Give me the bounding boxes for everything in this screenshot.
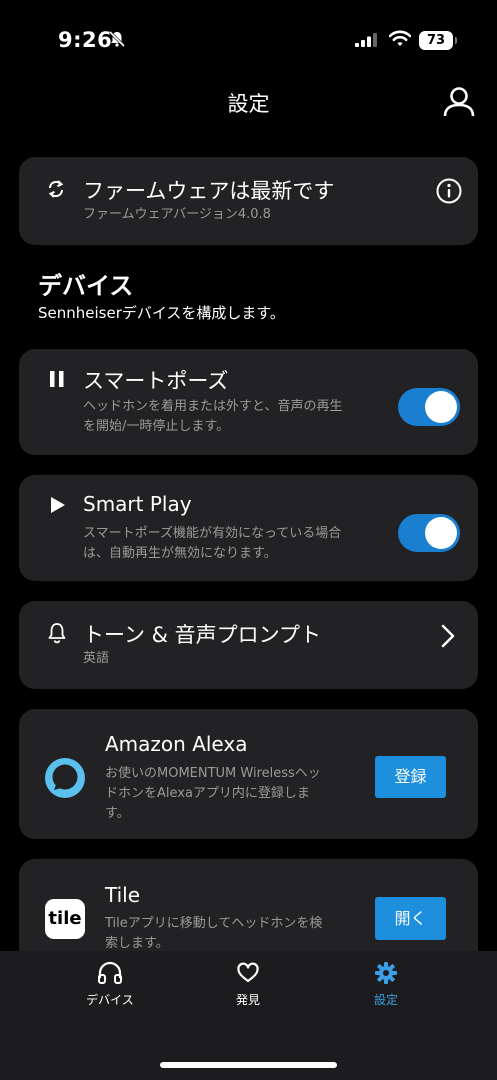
devices-section-title: デバイス — [38, 272, 134, 300]
cellular-signal-icon — [355, 33, 377, 47]
smart-pause-title: スマートポーズ — [83, 369, 229, 393]
tab-discover-label: 発見 — [235, 993, 260, 1007]
status-time: 9:26 — [58, 28, 113, 52]
firmware-version: ファームウェアバージョン4.0.8 — [83, 207, 271, 222]
tab-discover[interactable]: 発見 — [198, 961, 298, 1008]
refresh-icon — [48, 180, 64, 198]
smart-play-title: Smart Play — [83, 492, 192, 516]
battery-indicator: 73 — [419, 31, 457, 50]
smart-play-card: Smart Play スマートポーズ機能が有効になっている場合 は、自動再生が無… — [19, 475, 478, 581]
tile-open-button[interactable]: 開く — [375, 897, 446, 940]
info-icon[interactable] — [436, 178, 462, 204]
smart-pause-toggle[interactable] — [398, 388, 460, 426]
profile-icon[interactable] — [442, 86, 476, 118]
tones-card[interactable]: トーン & 音声プロンプト 英語 — [19, 601, 478, 689]
chevron-right-icon — [441, 624, 455, 648]
devices-section-subtitle: Sennheiserデバイスを構成します。 — [38, 304, 285, 322]
tab-devices[interactable]: デバイス — [60, 961, 160, 1008]
tab-settings-label: 設定 — [373, 993, 398, 1007]
alexa-description: お使いのMOMENTUM Wirelessヘッ ドホンをAlexaアプリ内に登録… — [105, 766, 321, 821]
headphones-icon — [98, 961, 122, 984]
alexa-card: Amazon Alexa お使いのMOMENTUM Wirelessヘッ ドホン… — [19, 709, 478, 839]
bell-muted-icon — [108, 30, 126, 48]
smart-play-toggle[interactable] — [398, 514, 460, 552]
bell-icon — [48, 623, 66, 644]
alexa-title: Amazon Alexa — [105, 732, 248, 756]
smart-pause-description: ヘッドホンを着用または外すと、音声の再生 を開始/一時停止します。 — [83, 399, 343, 434]
status-bar: 9:26 73 — [0, 0, 497, 80]
firmware-status: ファームウェアは最新です — [83, 179, 335, 203]
gear-icon — [375, 962, 397, 984]
tile-logo-icon: tile — [45, 899, 85, 939]
home-indicator[interactable] — [160, 1062, 337, 1068]
smart-play-description: スマートポーズ機能が有効になっている場合 は、自動再生が無効になります。 — [83, 526, 342, 561]
tab-settings[interactable]: 設定 — [336, 961, 436, 1008]
alexa-logo-icon — [45, 758, 85, 798]
pause-icon — [50, 371, 64, 387]
tile-title: Tile — [105, 883, 141, 907]
tab-devices-label: デバイス — [86, 993, 134, 1007]
play-icon — [51, 497, 65, 513]
page-title: 設定 — [227, 92, 270, 116]
heart-icon — [237, 962, 259, 983]
tones-title: トーン & 音声プロンプト — [83, 623, 322, 647]
tab-bar: デバイス 発見 設定 — [0, 951, 497, 1080]
tile-description: Tileアプリに移動してヘッドホンを検 索します。 — [105, 916, 323, 951]
alexa-register-button[interactable]: 登録 — [375, 756, 446, 798]
firmware-card: ファームウェアは最新です ファームウェアバージョン4.0.8 — [19, 157, 478, 245]
smart-pause-card: スマートポーズ ヘッドホンを着用または外すと、音声の再生 を開始/一時停止します… — [19, 349, 478, 455]
tones-value: 英語 — [83, 651, 110, 666]
wifi-icon — [389, 30, 411, 46]
